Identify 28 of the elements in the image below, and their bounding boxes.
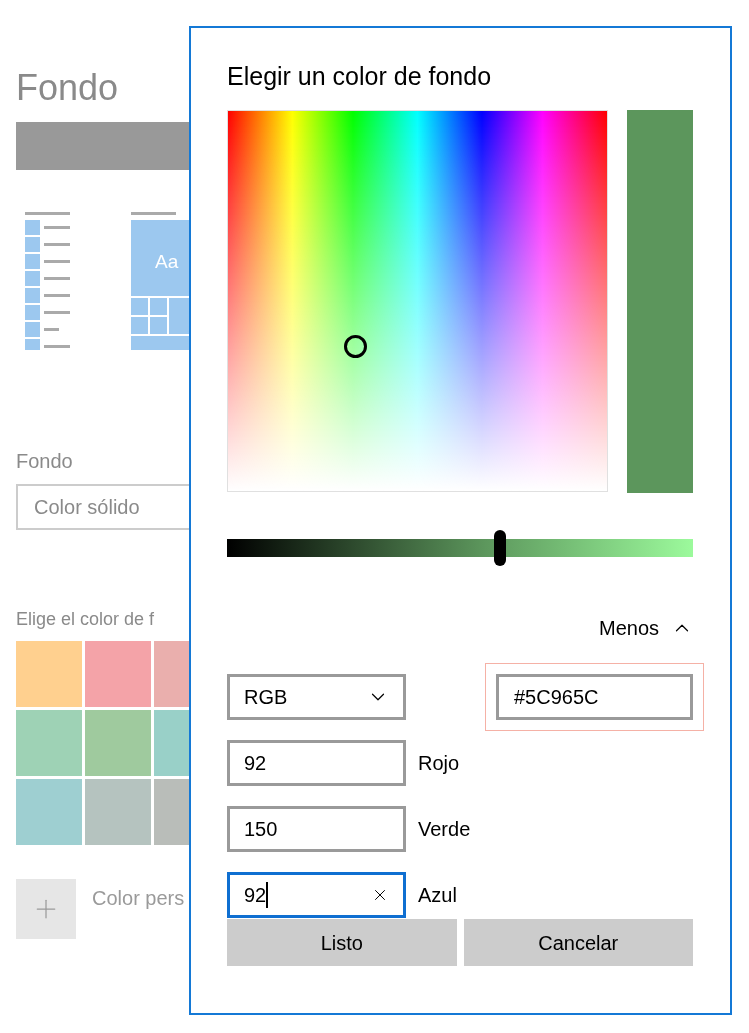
dialog-button[interactable]: Cancelar bbox=[463, 919, 693, 966]
add-color-button[interactable] bbox=[16, 879, 76, 939]
tile-label: Aa bbox=[155, 251, 179, 272]
channel-input[interactable]: 150 bbox=[227, 806, 406, 852]
picker-marker[interactable] bbox=[344, 335, 367, 358]
mode-dropdown[interactable]: RGB bbox=[227, 674, 406, 720]
color-swatch[interactable] bbox=[85, 641, 151, 707]
dialog-button[interactable]: Listo bbox=[227, 919, 457, 966]
page-title: Fondo bbox=[16, 66, 120, 110]
background-label: Fondo bbox=[16, 449, 74, 474]
channel-label: Rojo bbox=[418, 751, 460, 776]
channel-input[interactable]: 92 bbox=[227, 740, 406, 786]
channel-input[interactable]: 92 bbox=[227, 872, 406, 918]
color-swatch[interactable] bbox=[16, 710, 82, 776]
less-toggle[interactable]: Menos bbox=[598, 613, 693, 643]
color-swatch[interactable] bbox=[85, 779, 151, 845]
color-swatch[interactable] bbox=[16, 641, 82, 707]
channel-label: Azul bbox=[418, 883, 457, 908]
color-swatch[interactable] bbox=[85, 710, 151, 776]
slider-thumb[interactable] bbox=[494, 530, 507, 566]
dialog-title: Elegir un color de fondo bbox=[227, 61, 493, 92]
channel-label: Verde bbox=[418, 817, 471, 842]
brightness-slider[interactable] bbox=[227, 530, 693, 566]
custom-color-label: Color pers bbox=[92, 886, 185, 911]
color-spectrum[interactable] bbox=[227, 110, 609, 492]
color-swatch[interactable] bbox=[16, 779, 82, 845]
swatches-label: Elige el color de f bbox=[16, 608, 156, 631]
hex-input[interactable]: #5C965C bbox=[496, 674, 693, 720]
